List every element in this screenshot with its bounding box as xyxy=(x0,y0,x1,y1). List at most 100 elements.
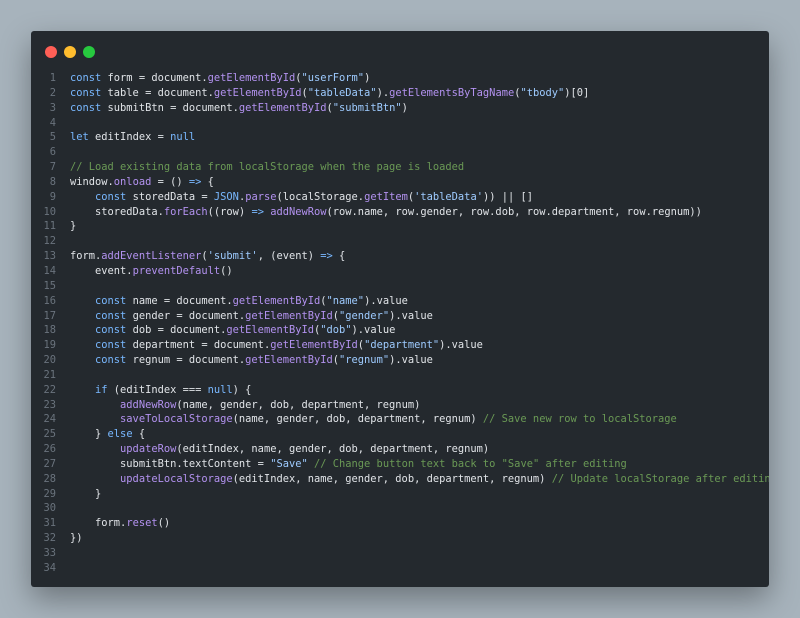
line-content: addNewRow(name, gender, dob, department,… xyxy=(70,398,420,413)
code-token: "Save" xyxy=(270,457,308,470)
code-token: ((row) xyxy=(207,205,252,218)
code-line: 1 const form = document.getElementById("u… xyxy=(31,71,769,86)
code-token: () xyxy=(220,264,233,277)
line-content: const regnum = document.getElementById("… xyxy=(70,353,433,368)
code-line: 23 addNewRow(name, gender, dob, departme… xyxy=(31,398,769,413)
code-line: 11} xyxy=(31,219,769,234)
code-token: let xyxy=(70,131,89,144)
code-line: 25 } else { xyxy=(31,427,769,442)
line-content: saveToLocalStorage(name, gender, dob, de… xyxy=(70,412,677,427)
code-token: 'tableData' xyxy=(414,190,483,203)
code-token: getElementById xyxy=(245,309,333,322)
line-number: 5 xyxy=(49,131,56,144)
line-content: const dob = document.getElementById("dob… xyxy=(70,323,395,338)
code-token: const xyxy=(95,309,127,322)
maximize-button[interactable] xyxy=(83,46,95,58)
code-line: 16 const name = document.getElementById(… xyxy=(31,294,769,309)
code-token: form. xyxy=(70,517,127,530)
code-token: form = document. xyxy=(101,72,208,84)
code-line: 18 const dob = document.getElementById("… xyxy=(31,323,769,338)
code-token: JSON xyxy=(213,190,239,203)
line-number: 16 xyxy=(43,294,56,307)
line-number: 17 xyxy=(43,309,56,322)
code-line: 31 form.reset() xyxy=(31,516,769,531)
code-line: 8 window.onload = () => { xyxy=(31,175,769,190)
line-content: const submitBtn = document.getElementByI… xyxy=(70,101,408,116)
code-window: 1 const form = document.getElementById("u… xyxy=(31,31,769,587)
code-token: "submitBtn" xyxy=(332,101,402,114)
code-line: 20 const regnum = document.getElementByI… xyxy=(31,353,769,368)
code-token: form. xyxy=(70,250,102,263)
code-token: { xyxy=(201,175,214,188)
code-line: 14 event.preventDefault() xyxy=(31,264,769,279)
code-token: { xyxy=(132,428,146,441)
line-number: 7 xyxy=(49,161,56,174)
line-content: window.onload = () => { xyxy=(70,175,214,190)
code-token: getElementById xyxy=(213,86,302,99)
line-content: form.addEventListener('submit', (event) … xyxy=(70,249,345,264)
code-token: getElementById xyxy=(226,324,314,337)
line-content: const form = document.getElementById("us… xyxy=(70,71,370,86)
line-number: 26 xyxy=(43,443,56,456)
line-number: 20 xyxy=(43,354,56,367)
code-line: 29 } xyxy=(31,487,769,502)
line-number: 29 xyxy=(43,487,56,500)
line-content: updateRow(editIndex, name, gender, dob, … xyxy=(70,442,489,457)
code-token: const xyxy=(95,324,127,337)
code-line: 19 const department = document.getElemen… xyxy=(31,338,769,353)
code-line: 2 const table = document.getElementById("… xyxy=(31,86,769,101)
code-token: "gender" xyxy=(339,309,390,322)
code-line: 12 xyxy=(31,234,769,249)
code-token: "department" xyxy=(364,339,440,352)
code-line: 24 saveToLocalStorage(name, gender, dob,… xyxy=(31,412,769,427)
line-number: 6 xyxy=(49,146,56,159)
line-number: 19 xyxy=(43,339,56,352)
code-token: table = document. xyxy=(101,86,214,99)
line-number: 21 xyxy=(43,368,56,381)
line-number: 23 xyxy=(43,398,56,411)
code-token: "name" xyxy=(326,294,365,307)
code-token: } xyxy=(70,428,108,441)
line-number: 11 xyxy=(43,220,56,233)
code-token: , (event) xyxy=(257,250,321,263)
line-number: 15 xyxy=(43,279,56,292)
code-token: const xyxy=(95,354,127,367)
code-token: name = document. xyxy=(126,294,233,307)
code-token: (name, gender, dob, department, regnum) xyxy=(232,413,483,426)
close-button[interactable] xyxy=(45,46,57,58)
line-number: 4 xyxy=(49,116,56,129)
line-number: 34 xyxy=(43,561,56,574)
code-token: "tbody" xyxy=(520,86,565,99)
code-token: } xyxy=(70,220,77,233)
line-content: }) xyxy=(70,531,83,546)
code-token: const xyxy=(95,339,127,352)
code-token: if xyxy=(95,383,108,396)
code-token: = () xyxy=(151,175,189,188)
code-token: gender = document. xyxy=(126,309,246,322)
code-token: getElementById xyxy=(238,101,327,114)
code-token: // Save new row to localStorage xyxy=(482,413,677,426)
code-token: ) { xyxy=(232,383,252,396)
code-token: (editIndex === xyxy=(107,383,208,396)
code-token: else xyxy=(107,428,133,441)
minimize-button[interactable] xyxy=(64,46,76,58)
code-token: updateRow xyxy=(120,443,177,456)
code-editor[interactable]: 1 const form = document.getElementById("u… xyxy=(31,71,769,576)
line-content: const name = document.getElementById("na… xyxy=(70,294,408,309)
line-number: 14 xyxy=(43,264,56,277)
line-number: 10 xyxy=(43,205,56,218)
code-token: // Update localStorage after editing xyxy=(551,472,769,485)
code-line: 30 xyxy=(31,501,769,516)
code-token: addNewRow xyxy=(270,205,327,218)
code-token: window. xyxy=(70,175,114,188)
line-number: 3 xyxy=(49,101,56,114)
code-token: const xyxy=(70,86,102,99)
code-token: ).value xyxy=(439,339,483,352)
code-token: event. xyxy=(70,264,133,277)
code-token: dob = document. xyxy=(126,324,227,337)
